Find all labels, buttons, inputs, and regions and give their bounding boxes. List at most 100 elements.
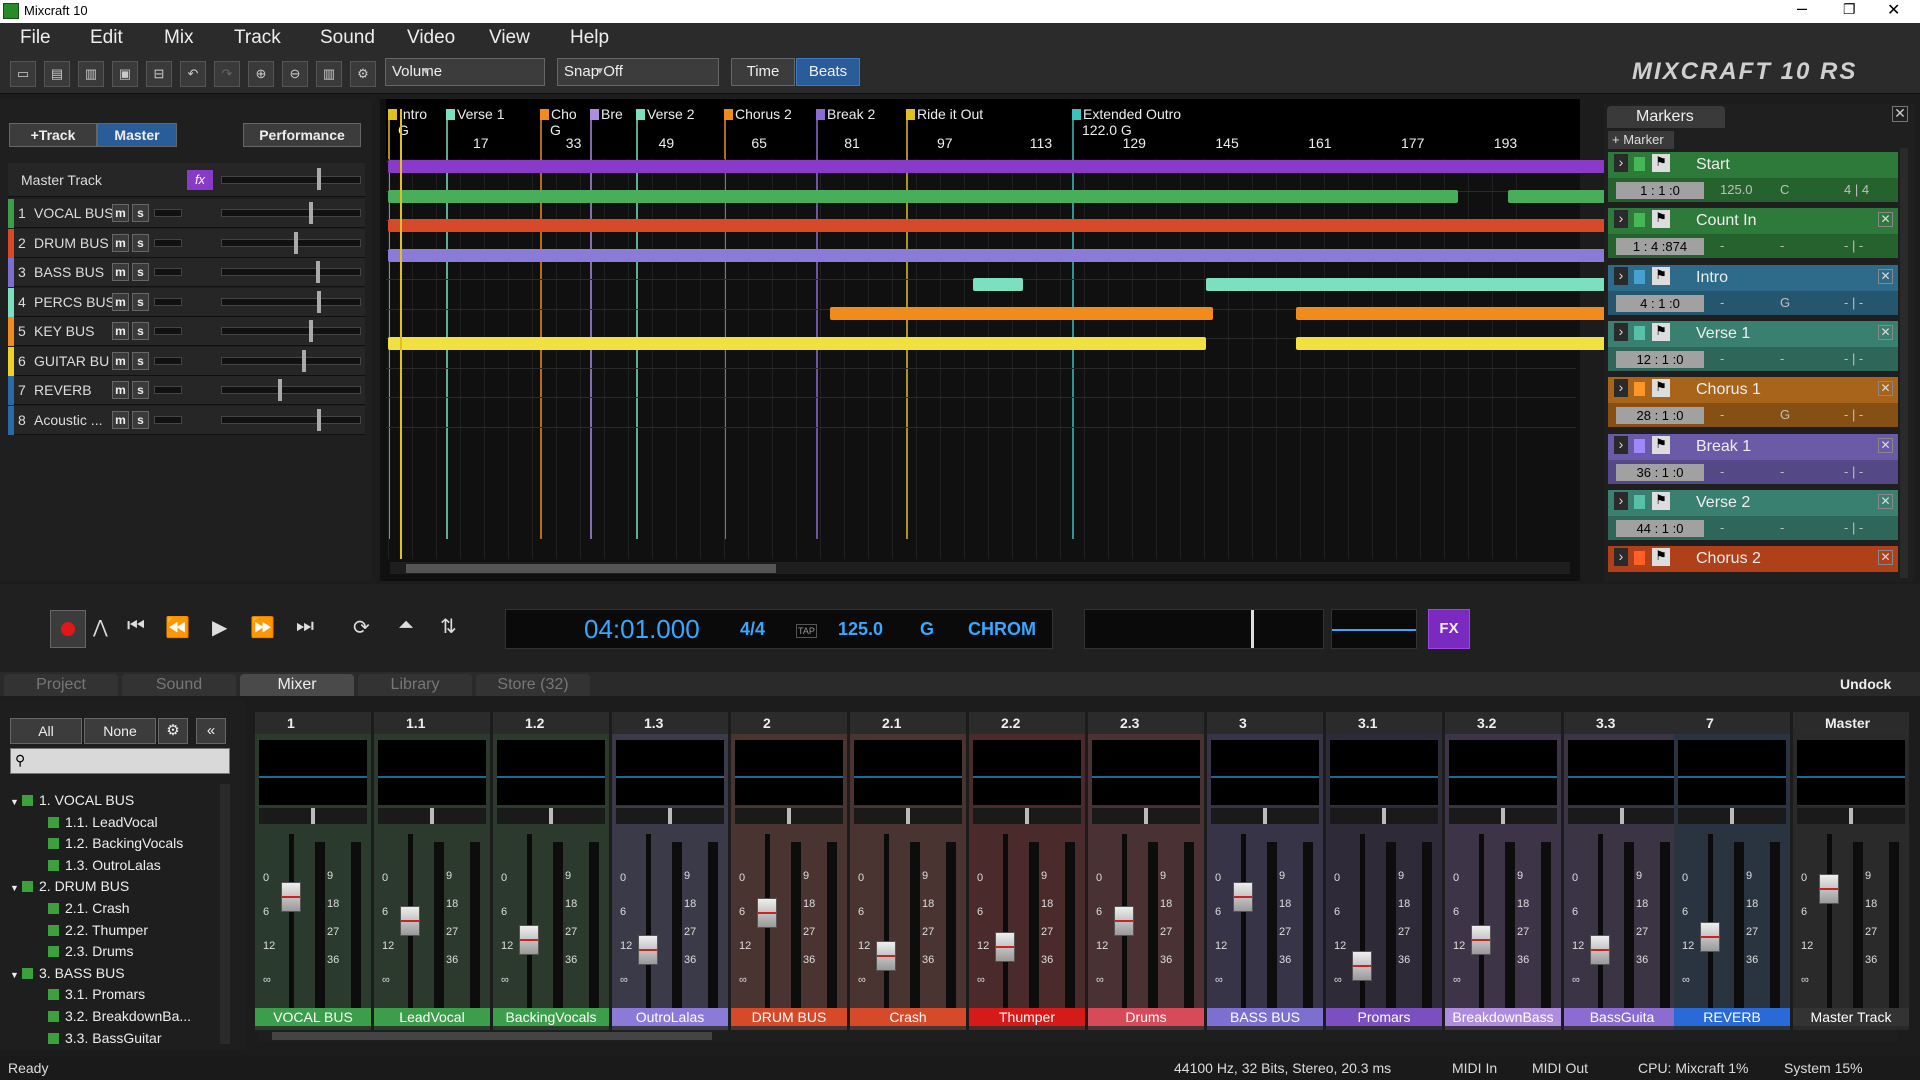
volume-fader[interactable] [1700,922,1720,952]
menu-file[interactable]: File [20,27,51,49]
marker-key[interactable]: C [1780,182,1789,197]
track-row[interactable]: 5 KEY BUS m s [8,317,365,346]
volume-fader[interactable] [400,906,420,936]
pan-slider[interactable] [973,808,1081,824]
marker-row-header[interactable]: › ⚑ Verse 1 ✕ [1608,320,1898,347]
fast-forward-icon[interactable]: ⏩ [250,615,275,640]
marker-tempo[interactable]: - [1720,520,1724,535]
timeline-marker[interactable]: Break 2 [816,106,875,122]
midi-icon[interactable]: ▥ [316,61,342,87]
marker-name[interactable]: Break 1 [1696,438,1751,456]
marker-name[interactable]: Intro [1696,269,1728,287]
marker-color-swatch[interactable] [1634,382,1645,397]
pan-knob[interactable] [311,808,315,824]
volume-slider[interactable] [221,356,361,365]
zoom-out-icon[interactable]: ⊖ [282,61,308,87]
tab-sound[interactable]: Sound [122,674,236,696]
tree-item[interactable]: 2.1. Crash [36,900,130,916]
mute-button[interactable]: m [112,322,129,340]
checkbox-icon[interactable] [48,838,59,850]
menu-mix[interactable]: Mix [164,27,194,49]
checkbox-icon[interactable] [48,859,59,871]
channel-name[interactable]: VOCAL BUS [255,1008,371,1026]
mixer-search-input[interactable]: ⚲ [10,748,230,774]
marker-name[interactable]: Chorus 2 [1696,550,1761,568]
checkbox-icon[interactable] [22,967,33,979]
pan-slider[interactable] [259,808,367,824]
add-track-button[interactable]: +Track [9,123,97,147]
mute-button[interactable]: m [112,381,129,399]
track-row[interactable]: 1 VOCAL BUS m s [8,199,365,228]
track-label[interactable]: BASS BUS [34,264,114,280]
tab-store[interactable]: Store (32) [476,674,590,696]
tab-mixer[interactable]: Mixer [240,674,354,696]
mute-button[interactable]: m [112,292,129,311]
channel-header[interactable]: 1.3 [612,712,728,734]
expand-chevron-icon[interactable]: › [1614,154,1628,172]
solo-button[interactable]: s [132,263,149,281]
volume-slider[interactable] [221,386,361,394]
pan-knob[interactable] [1263,808,1267,824]
marker-row[interactable]: › ⚑ Verse 2 ✕ 44 : 1 :0 - - - | - [1608,489,1898,542]
marker-position[interactable]: 44 : 1 :0 [1616,519,1704,537]
volume-knob[interactable] [317,408,321,431]
checkbox-icon[interactable] [48,816,59,828]
split-icon[interactable]: ⊟ [146,61,172,87]
solo-button[interactable]: s [132,381,149,399]
timeline-scrollbar[interactable] [390,562,1570,574]
master-volume-knob[interactable] [317,168,321,190]
settings-gear-icon[interactable]: ⚙ [350,61,376,87]
marker-position[interactable]: 12 : 1 :0 [1616,350,1704,368]
volume-fader[interactable] [1114,906,1134,936]
pan-slider[interactable] [1211,808,1319,824]
channel-name[interactable]: BackingVocals [493,1008,609,1026]
marker-row[interactable]: › ⚑ Start 1 : 1 :0 125.0 C 4 | 4 [1608,152,1898,204]
marker-name[interactable]: Start [1696,156,1730,174]
expand-chevron-icon[interactable]: › [1614,379,1628,398]
go-to-end-icon[interactable]: ⏭ [296,615,314,638]
channel-header[interactable]: 2.3 [1088,712,1204,734]
track-name[interactable]: 3 [18,264,32,280]
volume-fader[interactable] [638,934,658,965]
marker-name[interactable]: Chorus 1 [1696,381,1761,399]
marker-row-header[interactable]: › ⚑ Start [1608,152,1898,178]
pan-slider[interactable] [1092,808,1200,824]
pan-slider[interactable] [154,415,182,424]
pan-knob[interactable] [906,808,910,824]
volume-fader[interactable] [519,925,539,956]
menu-track[interactable]: Track [234,27,281,49]
master-volume-slider[interactable] [221,176,361,184]
pan-slider[interactable] [154,238,182,247]
checkbox-icon[interactable] [48,989,59,1001]
volume-fader[interactable] [1471,925,1491,956]
track-label[interactable]: PERCS BUS [34,294,114,310]
pan-slider[interactable] [1797,808,1905,824]
menu-view[interactable]: View [489,27,530,49]
checkbox-icon[interactable] [22,881,33,893]
track-row[interactable]: 2 DRUM BUS m s [8,228,365,258]
tab-library[interactable]: Library [358,674,472,696]
scale-value[interactable]: CHROM [968,619,1036,640]
marker-tempo[interactable]: 125.0 [1720,182,1753,197]
marker-row[interactable]: › ⚑ Chorus 1 ✕ 28 : 1 :0 - G - | - [1608,377,1898,429]
delete-marker-icon[interactable]: ✕ [1878,324,1893,340]
mute-button[interactable]: m [112,410,129,429]
track-label[interactable]: KEY BUS [34,323,114,339]
play-icon[interactable]: ▶ [212,615,227,640]
time-button[interactable]: Time [731,58,795,86]
marker-time-signature[interactable]: - | - [1844,238,1863,253]
solo-button[interactable]: s [132,292,149,311]
fx-button[interactable]: fx [187,170,213,190]
marker-color-swatch[interactable] [1634,213,1645,228]
channel-name[interactable]: Drums [1088,1008,1204,1026]
tap-button[interactable]: TAP [796,624,817,638]
undock-button[interactable]: Undock [1840,676,1891,692]
marker-position[interactable]: 28 : 1 :0 [1616,407,1704,425]
marker-key[interactable]: - [1780,464,1784,479]
all-button[interactable]: All [10,718,82,744]
scroll-thumb[interactable] [406,564,776,573]
channel-header[interactable]: 7 [1674,712,1790,734]
expand-chevron-icon[interactable]: ▼ [10,970,22,980]
metronome-icon[interactable]: ⋀ [93,617,108,638]
pan-slider[interactable] [1678,808,1786,824]
